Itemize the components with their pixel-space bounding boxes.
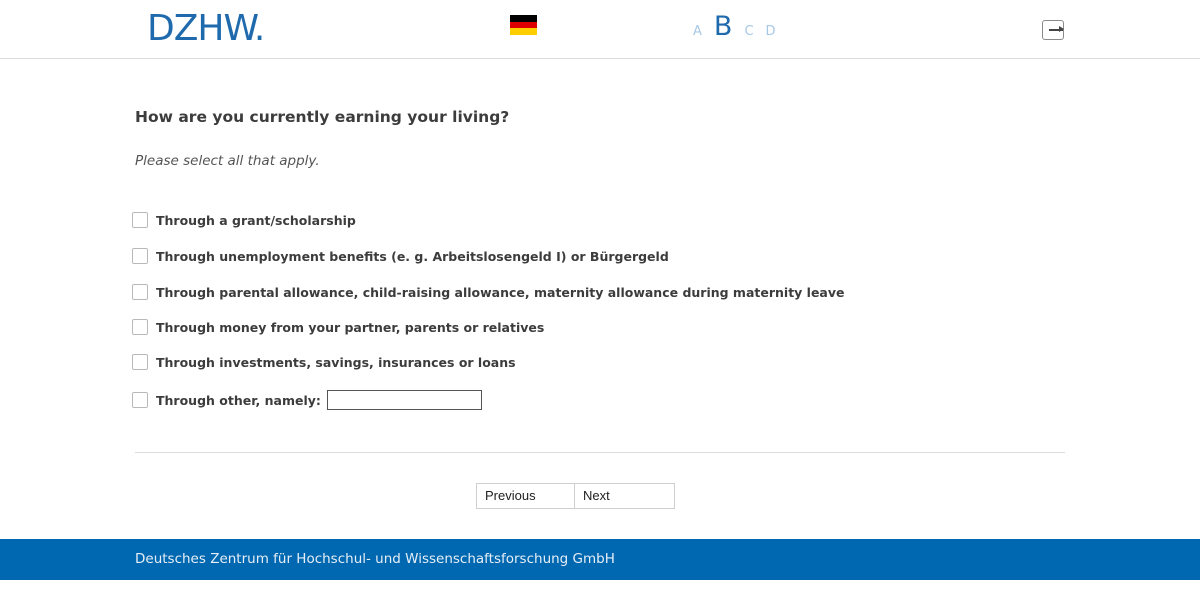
option-label: Through a grant/scholarship — [156, 212, 356, 228]
checkbox[interactable] — [132, 319, 148, 335]
option-grant[interactable]: Through a grant/scholarship — [132, 211, 356, 229]
option-parental-allowance[interactable]: Through parental allowance, child-raisin… — [132, 283, 845, 301]
flag-stripe-red — [510, 21, 537, 29]
exit-icon — [1049, 26, 1064, 32]
checkbox[interactable] — [132, 284, 148, 300]
checkbox[interactable] — [132, 212, 148, 228]
option-label: Through money from your partner, parents… — [156, 319, 545, 335]
checkbox[interactable] — [132, 248, 148, 264]
section-letter-d: D — [765, 24, 776, 39]
option-label: Through parental allowance, child-raisin… — [156, 284, 845, 300]
footer-text: Deutsches Zentrum für Hochschul- und Wis… — [135, 551, 615, 567]
footer: Deutsches Zentrum für Hochschul- und Wis… — [0, 539, 1200, 580]
option-label: Through investments, savings, insurances… — [156, 354, 516, 370]
checkbox[interactable] — [132, 354, 148, 370]
option-investments[interactable]: Through investments, savings, insurances… — [132, 353, 516, 371]
option-unemployment[interactable]: Through unemployment benefits (e. g. Arb… — [132, 247, 669, 265]
next-button[interactable]: Next — [575, 483, 675, 509]
navigation-buttons: Previous Next — [476, 483, 675, 509]
exit-button[interactable] — [1042, 20, 1064, 40]
option-other[interactable]: Through other, namely: — [132, 390, 482, 410]
section-letter-a: A — [693, 24, 702, 39]
previous-button[interactable]: Previous — [476, 483, 575, 509]
section-indicator: A B C D — [693, 10, 788, 44]
section-letter-c: C — [744, 24, 754, 39]
option-partner-money[interactable]: Through money from your partner, parents… — [132, 318, 544, 336]
header: DZHW. A B C D — [0, 0, 1200, 59]
divider — [135, 452, 1065, 453]
flag-stripe-black — [510, 15, 537, 22]
dzhw-logo: DZHW. — [147, 8, 265, 49]
option-label: Through unemployment benefits (e. g. Arb… — [156, 248, 669, 264]
german-flag-icon[interactable] — [510, 15, 537, 36]
section-letter-b: B — [713, 11, 733, 42]
question-text: How are you currently earning your livin… — [135, 108, 510, 126]
option-label: Through other, namely: — [156, 392, 321, 408]
checkbox[interactable] — [132, 392, 148, 408]
flag-stripe-gold — [510, 28, 537, 36]
instruction-text: Please select all that apply. — [135, 153, 320, 169]
other-text-field[interactable] — [326, 390, 482, 410]
